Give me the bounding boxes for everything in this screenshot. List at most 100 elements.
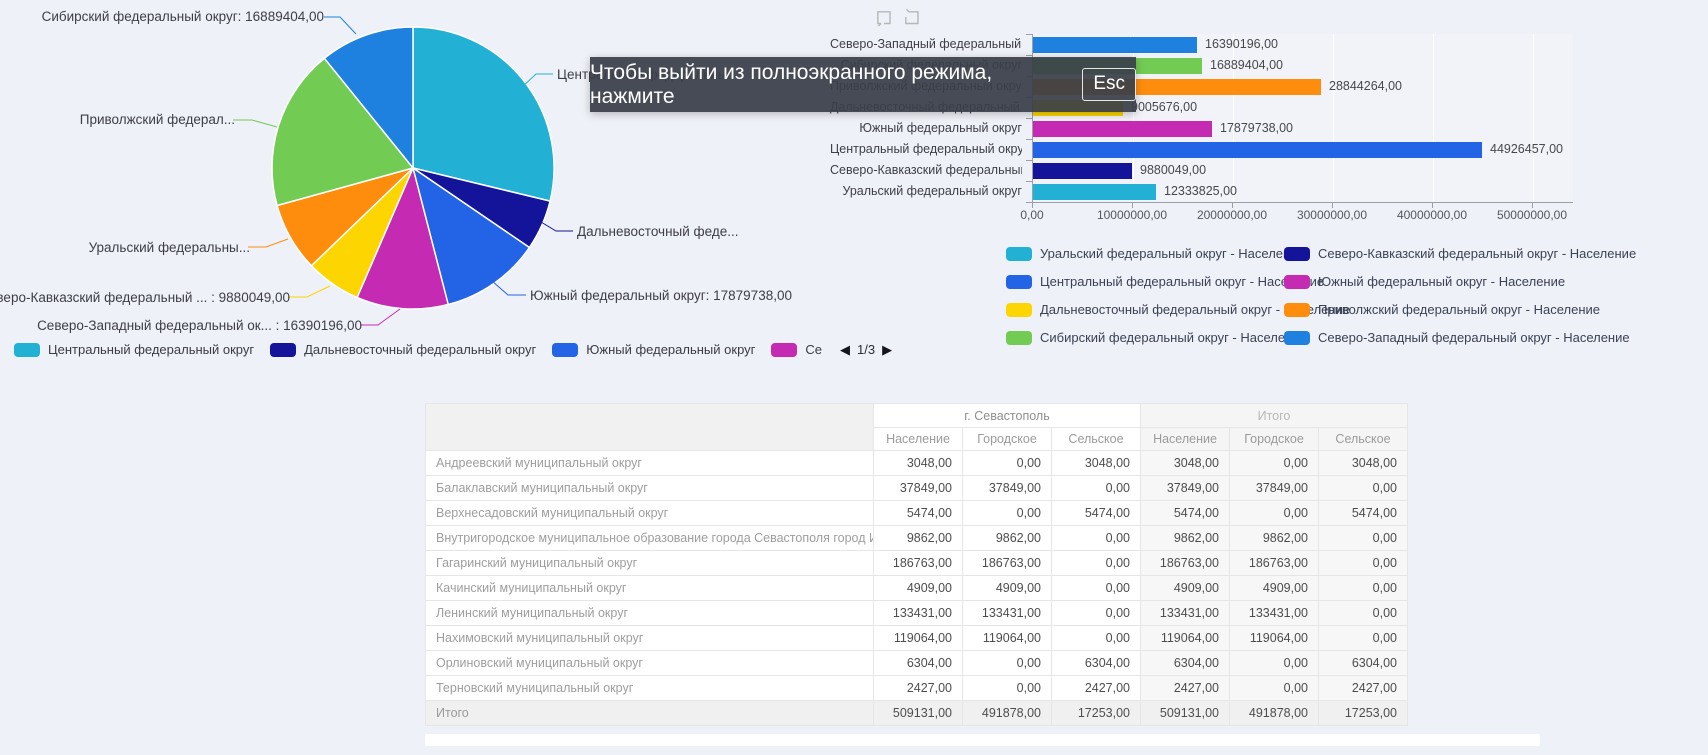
legend-swatch <box>1006 247 1032 261</box>
value-cell: 37849,00 <box>874 476 963 501</box>
legend-label: Приволжский федеральный округ - Населени… <box>1318 302 1600 317</box>
value-cell: 17253,00 <box>1319 701 1408 726</box>
reset-zoom-icon[interactable] <box>902 8 922 28</box>
pie-legend-item[interactable]: Южный федеральный округ <box>552 342 755 357</box>
pie-callout-uralsky: Уральский федеральны... <box>89 240 250 255</box>
bar-category-label: Центральный федеральный округ <box>830 139 1022 160</box>
legend-swatch <box>1284 247 1310 261</box>
table-total-row: Итого509131,00491878,0017253,00509131,00… <box>426 701 1408 726</box>
bar-legend-item[interactable]: Уральский федеральный округ - Население <box>1006 246 1284 261</box>
bar-category-label: Уральский федеральный округ <box>830 181 1022 202</box>
value-cell: 0,00 <box>1052 576 1141 601</box>
value-cell: 4909,00 <box>874 576 963 601</box>
pie-callout-line <box>360 309 400 325</box>
bar-legend-item[interactable]: Дальневосточный федеральный округ - Насе… <box>1006 302 1284 317</box>
value-cell: 186763,00 <box>1230 551 1319 576</box>
value-axis-tick-label: 0,00 <box>977 208 1087 222</box>
row-label-cell: Нахимовский муниципальный округ <box>426 626 874 651</box>
value-cell: 37849,00 <box>1230 476 1319 501</box>
legend-swatch <box>1006 275 1032 289</box>
value-cell: 2427,00 <box>874 676 963 701</box>
bar-chart-panel: Северо-Западный федеральный ок...Сибирск… <box>830 0 1708 370</box>
pie-callout-line <box>233 120 277 127</box>
undo-zoom-icon[interactable] <box>874 8 894 28</box>
pie-callout-yuzhny: Южный федеральный округ: 17879738,00 <box>530 288 792 303</box>
row-label-cell: Итого <box>426 701 874 726</box>
value-cell: 3048,00 <box>1052 451 1141 476</box>
bar[interactable] <box>1033 163 1132 179</box>
table-row: Внутригородское муниципальное образовани… <box>426 526 1408 551</box>
pie-legend-item[interactable]: Дальневосточный федеральный округ <box>270 342 536 357</box>
value-cell: 0,00 <box>1230 651 1319 676</box>
value-cell: 4909,00 <box>1141 576 1230 601</box>
legend-label: Центральный федеральный округ - Населени… <box>1040 274 1324 289</box>
bar[interactable] <box>1033 184 1156 200</box>
gridline <box>1433 34 1434 202</box>
pie-callout-line <box>248 239 288 247</box>
value-axis-tick-label: 40000000,00 <box>1377 208 1487 222</box>
table-row: Балаклавский муниципальный округ37849,00… <box>426 476 1408 501</box>
legend-swatch <box>14 343 40 357</box>
value-cell: 133431,00 <box>874 601 963 626</box>
legend-label: Сибирский федеральный округ - Население <box>1040 330 1307 345</box>
value-axis-tick-label: 30000000,00 <box>1277 208 1387 222</box>
value-cell: 0,00 <box>963 676 1052 701</box>
legend-label: Се <box>805 342 822 357</box>
legend-label: Центральный федеральный округ <box>48 342 254 357</box>
bar[interactable] <box>1033 142 1482 158</box>
bar[interactable] <box>1033 37 1197 53</box>
value-cell: 119064,00 <box>1230 626 1319 651</box>
table-row: Ленинский муниципальный округ133431,0013… <box>426 601 1408 626</box>
pie-callout-dalnevostochny: Дальневосточный феде... <box>577 224 739 239</box>
pie-legend-item[interactable]: Се <box>771 342 822 357</box>
bar-legend-item[interactable]: Северо-Кавказский федеральный округ - На… <box>1284 246 1636 261</box>
pie-legend-item[interactable]: Центральный федеральный округ <box>14 342 254 357</box>
row-label-cell: Андреевский муниципальный округ <box>426 451 874 476</box>
pie-callout-line <box>541 222 573 231</box>
value-cell: 0,00 <box>1052 601 1141 626</box>
value-cell: 186763,00 <box>1141 551 1230 576</box>
legend-swatch <box>1006 303 1032 317</box>
legend-swatch <box>270 343 296 357</box>
value-cell: 4909,00 <box>1230 576 1319 601</box>
bar-legend-item[interactable]: Центральный федеральный округ - Населени… <box>1006 274 1284 289</box>
value-cell: 0,00 <box>1319 551 1408 576</box>
row-label-cell: Ленинский муниципальный округ <box>426 601 874 626</box>
bar-legend-item[interactable]: Приволжский федеральный округ - Населени… <box>1284 302 1636 317</box>
category-axis-tick <box>1026 118 1032 119</box>
legend-label: Южный федеральный округ - Население <box>1318 274 1565 289</box>
bar-legend-item[interactable]: Южный федеральный округ - Население <box>1284 274 1636 289</box>
table-scrollbar-track[interactable] <box>425 734 1540 746</box>
value-cell: 6304,00 <box>1141 651 1230 676</box>
pie-callout-sibirsky: Сибирский федеральный округ: 16889404,00 <box>42 9 324 24</box>
value-cell: 0,00 <box>1319 576 1408 601</box>
category-axis-tick <box>1026 160 1032 161</box>
bar-legend-item[interactable]: Сибирский федеральный округ - Население <box>1006 330 1284 345</box>
value-cell: 9862,00 <box>1141 526 1230 551</box>
value-cell: 0,00 <box>1319 626 1408 651</box>
category-axis-tick <box>1026 34 1032 35</box>
bar-value-label: 28844264,00 <box>1329 76 1402 97</box>
pie-chart <box>0 0 845 370</box>
value-cell: 0,00 <box>1230 501 1319 526</box>
value-cell: 0,00 <box>1319 476 1408 501</box>
table-row: Терновский муниципальный округ2427,000,0… <box>426 676 1408 701</box>
row-label-cell: Гагаринский муниципальный округ <box>426 551 874 576</box>
bar[interactable] <box>1033 121 1212 137</box>
legend-swatch <box>1284 331 1310 345</box>
legend-label: Дальневосточный федеральный округ <box>304 342 536 357</box>
table-row: Качинский муниципальный округ4909,004909… <box>426 576 1408 601</box>
bar-value-label: 16889404,00 <box>1210 55 1283 76</box>
category-axis-tick <box>1026 139 1032 140</box>
legend-swatch <box>1284 275 1310 289</box>
bar-legend-item[interactable]: Северо-Западный федеральный округ - Насе… <box>1284 330 1636 345</box>
population-table: г. Севастополь Итого Население Городское… <box>425 403 1408 726</box>
value-cell: 9862,00 <box>963 526 1052 551</box>
value-cell: 119064,00 <box>1141 626 1230 651</box>
table-row: Орлиновский муниципальный округ6304,000,… <box>426 651 1408 676</box>
table-row: Андреевский муниципальный округ3048,000,… <box>426 451 1408 476</box>
gridline <box>1533 34 1534 202</box>
value-cell: 0,00 <box>1052 626 1141 651</box>
value-axis-tick-label: 50000000,00 <box>1477 208 1587 222</box>
value-cell: 0,00 <box>963 501 1052 526</box>
